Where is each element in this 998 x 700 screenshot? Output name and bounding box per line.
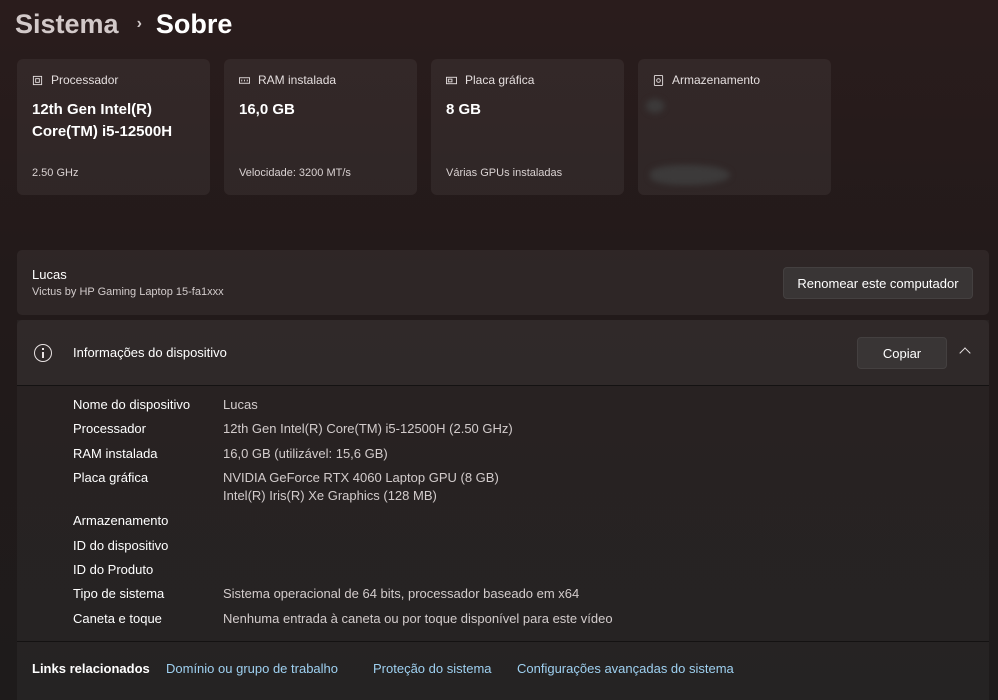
spec-value: NVIDIA GeForce RTX 4060 Laptop GPU (8 GB… (223, 469, 923, 505)
spec-value: Lucas (223, 397, 258, 412)
ram-card-header: RAM instalada (239, 73, 402, 87)
device-info-panel: Informações do dispositivo Copiar Nome d… (17, 320, 989, 700)
spec-value-line2: Intel(R) Iris(R) Xe Graphics (128 MB) (223, 488, 437, 504)
spec-label: RAM instalada (73, 445, 158, 461)
spec-label: Caneta e toque (73, 610, 162, 626)
copy-button[interactable]: Copiar (857, 337, 947, 369)
link-system-protection[interactable]: Proteção do sistema (373, 661, 492, 676)
spec-label: Nome do dispositivo (73, 397, 191, 412)
gpu-card-sub: Várias GPUs instaladas (446, 167, 563, 179)
device-info-header[interactable]: Informações do dispositivo Copiar (17, 320, 989, 386)
link-advanced-system-settings[interactable]: Configurações avançadas do sistema (517, 661, 734, 676)
processor-card-label: Processador (51, 73, 119, 87)
gpu-card-header: Placa gráfica (446, 73, 609, 87)
spec-label: ID do dispositivo (73, 537, 169, 553)
page-title: Sobre (155, 8, 233, 39)
processor-card-header: Processador (32, 73, 195, 87)
ram-card: RAM instalada 16,0 GB Velocidade: 3200 M… (224, 59, 417, 195)
related-links-title: Links relacionados (32, 661, 150, 676)
processor-value-line1: 12th Gen Intel(R) (32, 101, 153, 118)
ram-card-value: 16,0 GB (239, 101, 295, 118)
chevron-right-icon: › (136, 15, 142, 32)
spec-label: ID do Produto (73, 561, 154, 577)
processor-card-value: 12th Gen Intel(R) Core(TM) i5-12500H (32, 99, 195, 143)
storage-card-header: Armazenamento (653, 73, 816, 87)
ram-icon (239, 76, 250, 84)
ram-card-label: RAM instalada (258, 73, 337, 87)
spec-label: Tipo de sistema (73, 586, 165, 602)
device-info-title: Informações do dispositivo (73, 345, 227, 360)
computer-model: Victus by HP Gaming Laptop 15-fa1xxx (32, 286, 224, 298)
computer-name-panel: Lucas Victus by HP Gaming Laptop 15-fa1x… (17, 250, 989, 315)
spec-value: 16,0 GB (utilizável: 15,6 GB) (223, 445, 388, 461)
spec-value: Sistema operacional de 64 bits, processa… (223, 586, 580, 602)
processor-card-sub: 2.50 GHz (32, 167, 79, 179)
info-icon (34, 344, 52, 362)
breadcrumb-parent-sistema[interactable]: Sistema (15, 9, 119, 40)
gpu-card: Placa gráfica 8 GB Várias GPUs instalada… (431, 59, 624, 195)
redacted-storage-sub (650, 165, 730, 185)
processor-icon (32, 75, 43, 85)
storage-card: Armazenamento (638, 59, 831, 195)
spec-label: Processador (73, 421, 146, 437)
link-domain-workgroup[interactable]: Domínio ou grupo de trabalho (166, 661, 338, 676)
spec-value: 12th Gen Intel(R) Core(TM) i5-12500H (2.… (223, 421, 513, 437)
spec-value-line1: NVIDIA GeForce RTX 4060 Laptop GPU (8 GB… (223, 470, 499, 486)
computer-name: Lucas (32, 267, 67, 282)
spec-label: Placa gráfica (73, 470, 149, 486)
rename-computer-button[interactable]: Renomear este computador (783, 267, 973, 299)
spec-value: Nenhuma entrada à caneta ou por toque di… (223, 610, 613, 626)
gpu-card-label: Placa gráfica (465, 73, 535, 87)
related-links-bar: Links relacionados Domínio ou grupo de t… (17, 642, 989, 700)
chevron-up-icon[interactable] (959, 347, 971, 359)
gpu-card-value: 8 GB (446, 101, 482, 118)
spec-label: Armazenamento (73, 513, 169, 529)
storage-icon (653, 74, 664, 86)
processor-card: Processador 12th Gen Intel(R) Core(TM) i… (17, 59, 210, 195)
breadcrumb: Sistema › Sobre (15, 4, 232, 44)
ram-card-sub: Velocidade: 3200 MT/s (239, 167, 351, 179)
processor-value-line2: Core(TM) i5-12500H (32, 123, 173, 140)
storage-card-label: Armazenamento (672, 73, 761, 87)
gpu-icon (446, 76, 457, 84)
redacted-storage-value (646, 99, 664, 113)
